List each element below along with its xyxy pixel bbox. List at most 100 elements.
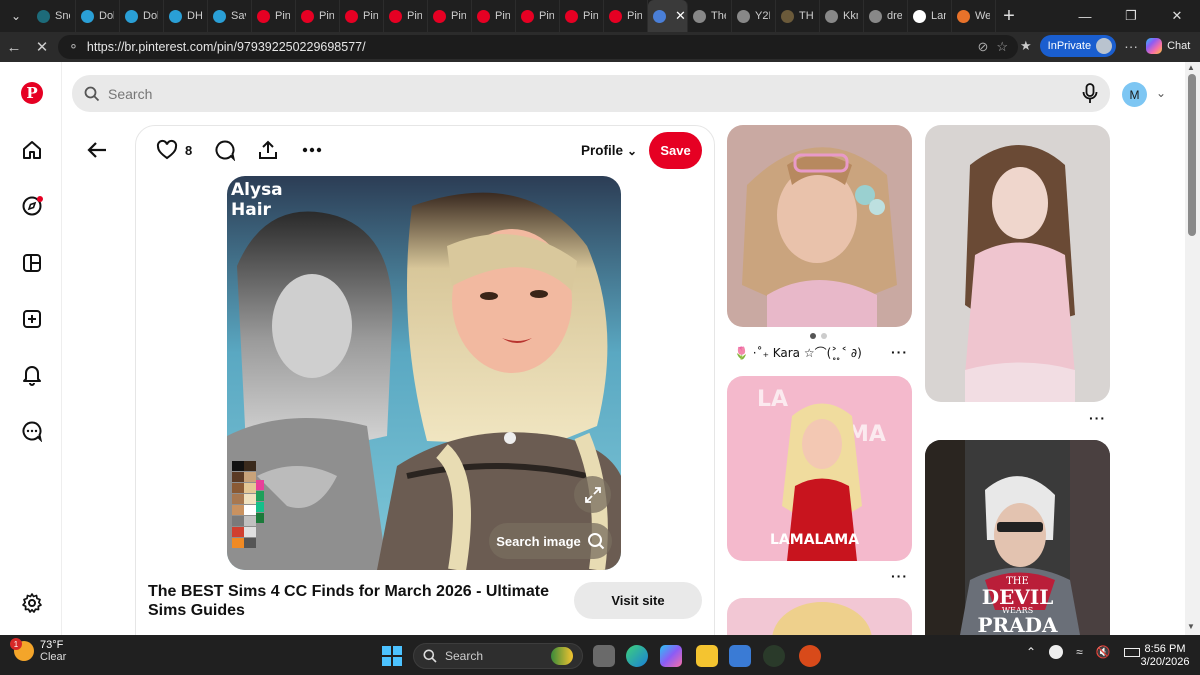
pin-more-options-icon[interactable]: ··· (891, 344, 908, 360)
browser-tab[interactable]: Welc (952, 0, 996, 32)
copilot-chat-button[interactable]: Chat (1146, 38, 1190, 54)
tab-favicon-icon (345, 9, 358, 23)
browser-tab[interactable]: Pin c (340, 0, 384, 32)
microphone-icon[interactable] (1082, 82, 1098, 105)
tab-title: DHM (187, 10, 202, 22)
carousel-dot[interactable] (821, 333, 827, 339)
close-window-icon[interactable]: ✕ (1154, 0, 1200, 32)
notifications-bell-icon[interactable] (20, 363, 44, 387)
weather-widget[interactable]: 1 73°F Clear (10, 638, 66, 663)
related-pin-title[interactable]: 🌷 ·˚₊ Kara ☆⌒(˃̥ ̥˂ ∂) (734, 344, 862, 361)
save-button[interactable]: Save (649, 132, 702, 169)
more-options-icon[interactable] (301, 142, 323, 163)
pin-more-options-icon[interactable]: ··· (1089, 410, 1106, 426)
settings-gear-icon[interactable] (20, 591, 44, 615)
back-arrow-icon[interactable]: ← (0, 33, 28, 61)
boards-icon[interactable] (20, 251, 44, 275)
browser-tab[interactable]: Pin c (472, 0, 516, 32)
create-plus-icon[interactable] (20, 307, 44, 331)
maximize-icon[interactable]: ❐ (1108, 0, 1154, 32)
related-pin-image[interactable] (727, 598, 912, 635)
search-image-button[interactable]: Search image (489, 523, 612, 559)
explore-compass-icon[interactable] (20, 194, 44, 218)
pinterest-logo-icon[interactable]: P (21, 82, 43, 104)
browser-tab[interactable]: THE (776, 0, 820, 32)
task-view-icon[interactable] (593, 645, 615, 667)
edge-browser-icon[interactable] (626, 645, 648, 667)
browser-tab[interactable]: Pin c (604, 0, 648, 32)
url-text[interactable]: https://br.pinterest.com/pin/97939225022… (87, 40, 970, 54)
pin-main-image[interactable] (227, 176, 621, 570)
browser-tab[interactable]: Lama (908, 0, 952, 32)
browser-tab[interactable]: Pin c (560, 0, 604, 32)
scroll-up-arrow-icon[interactable]: ▲ (1187, 63, 1195, 72)
image-overlay-text-2: Hair (231, 200, 271, 220)
stop-loading-icon[interactable]: ✕ (28, 33, 56, 61)
address-bar[interactable]: ⚬ https://br.pinterest.com/pin/979392250… (58, 35, 1018, 59)
related-pin-image[interactable] (727, 125, 912, 327)
start-windows-icon[interactable] (381, 645, 403, 667)
game-app-icon[interactable] (799, 645, 821, 667)
browser-tab[interactable]: The (688, 0, 732, 32)
browser-tab[interactable]: Pin c (516, 0, 560, 32)
browser-tab[interactable]: Pin c (252, 0, 296, 32)
comment-icon[interactable] (214, 139, 236, 166)
browser-tab[interactable]: Pin c (384, 0, 428, 32)
expand-image-icon[interactable] (574, 476, 611, 513)
tray-app-icon[interactable] (1049, 645, 1064, 659)
share-upload-icon[interactable] (257, 139, 279, 166)
browser-tab[interactable]: DHM (164, 0, 208, 32)
tab-favicon-icon (869, 9, 882, 23)
search-bar[interactable]: Search (72, 75, 1110, 112)
pin-more-options-icon[interactable]: ··· (891, 568, 908, 584)
browser-tab[interactable]: Dollh (76, 0, 120, 32)
browser-tab-active[interactable]: ✕ (648, 0, 688, 32)
back-arrow-icon[interactable] (86, 140, 108, 165)
tab-favicon-icon (301, 9, 314, 23)
microsoft-store-icon[interactable] (729, 645, 751, 667)
volume-muted-icon[interactable]: 🔇 (1096, 645, 1111, 659)
like-heart-icon[interactable] (156, 139, 178, 166)
site-info-icon[interactable]: ⚬ (68, 39, 79, 55)
home-icon[interactable] (20, 138, 44, 162)
new-tab-plus-icon[interactable]: + (996, 3, 1022, 29)
browser-tab[interactable]: Snoo (32, 0, 76, 32)
copilot-app-icon[interactable] (660, 645, 682, 667)
browser-tab[interactable]: Y2K (732, 0, 776, 32)
scroll-down-arrow-icon[interactable]: ▼ (1187, 622, 1195, 631)
account-chevron-down-icon[interactable]: ⌄ (1156, 86, 1166, 100)
visit-site-button[interactable]: Visit site (574, 582, 702, 619)
tab-title: Dollh (99, 10, 114, 22)
user-avatar[interactable]: M (1122, 82, 1147, 107)
tray-overflow-chevron-icon[interactable]: ⌃ (1026, 645, 1036, 659)
app-icon[interactable] (763, 645, 785, 667)
tab-title: Snoo (55, 10, 70, 22)
carousel-dot[interactable] (810, 333, 816, 339)
search-input[interactable]: Search (108, 86, 1074, 102)
scrollbar-thumb[interactable] (1188, 74, 1196, 236)
settings-more-icon[interactable]: ··· (1124, 38, 1138, 54)
related-pin-image[interactable] (925, 125, 1110, 402)
taskbar-search[interactable]: Search (413, 643, 583, 669)
tab-favicon-icon (737, 9, 750, 23)
file-explorer-icon[interactable] (696, 645, 718, 667)
battery-icon[interactable] (1123, 647, 1140, 657)
profile-board-dropdown[interactable]: Profile ⌄ (581, 143, 637, 158)
browser-tab[interactable]: Pinte (296, 0, 340, 32)
messages-icon[interactable] (20, 419, 44, 443)
inprivate-badge[interactable]: InPrivate (1039, 35, 1117, 57)
tracking-prevention-icon[interactable]: ⊘ (977, 39, 988, 55)
browser-tab[interactable]: Pin c (428, 0, 472, 32)
taskbar-clock[interactable]: 8:56 PM 3/20/2026 (1140, 643, 1190, 669)
browser-tab[interactable]: Save (208, 0, 252, 32)
browser-tab[interactable]: drea (864, 0, 908, 32)
browser-tab[interactable]: Dollh (120, 0, 164, 32)
favorite-star-icon[interactable]: ☆ (996, 39, 1008, 55)
overlay-text-bottom: PRADA (977, 613, 1058, 637)
browser-tab[interactable]: Kkm (820, 0, 864, 32)
favorites-icon[interactable]: ★ (1020, 38, 1032, 54)
tab-close-icon[interactable]: ✕ (675, 8, 686, 24)
wifi-icon[interactable]: ≈ (1076, 645, 1083, 659)
minimize-icon[interactable]: — (1062, 0, 1108, 32)
tab-actions-chevron-icon[interactable]: ⌄ (0, 0, 32, 32)
